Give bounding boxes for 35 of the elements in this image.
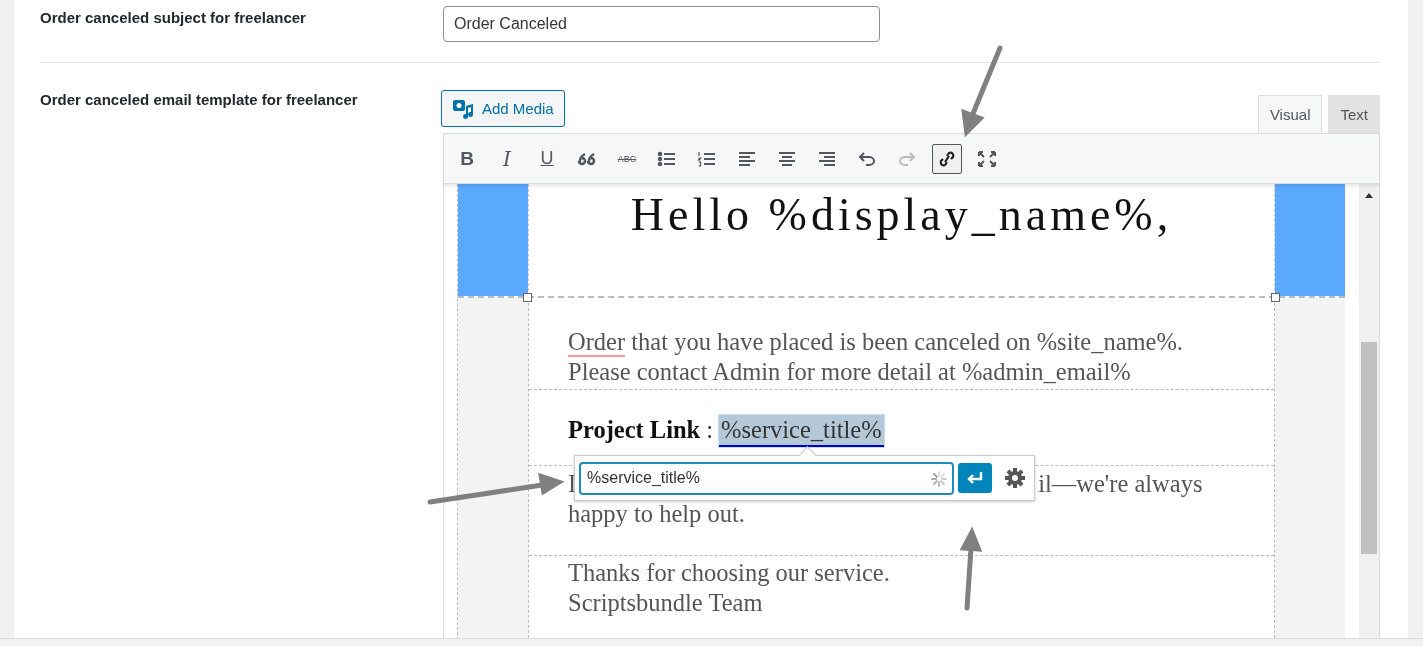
service-link[interactable]: %service_title%	[719, 415, 884, 447]
resize-handle[interactable]	[523, 293, 532, 302]
link-button[interactable]	[932, 143, 962, 174]
scrollbar[interactable]	[1359, 184, 1379, 638]
media-icon	[452, 98, 474, 119]
fullscreen-icon	[976, 148, 998, 169]
spinner-icon	[930, 469, 948, 488]
field-label: Order canceled subject for freelancer	[40, 8, 307, 26]
email-text: Please contact Admin for more detail at %admin_email%	[568, 357, 1131, 387]
underline-button[interactable]: U	[532, 143, 562, 174]
add-media-button[interactable]: Add Media	[441, 90, 565, 127]
bold-button[interactable]: B	[452, 143, 482, 174]
editor-area[interactable]	[443, 184, 1380, 638]
italic-button[interactable]: I	[492, 143, 522, 174]
email-text: I	[568, 469, 577, 499]
enter-icon	[966, 471, 984, 485]
field-label: Order canceled email template for freelancer	[40, 90, 359, 110]
email-text: Thanks for choosing our service.	[568, 558, 890, 588]
greeting-heading: Hello %display_name%,	[630, 188, 1173, 242]
scroll-up-icon[interactable]	[1365, 193, 1374, 198]
subject-field[interactable]: Order Canceled	[443, 6, 880, 42]
resize-handle[interactable]	[1271, 293, 1280, 302]
email-text: il—we're always	[1038, 469, 1203, 499]
scroll-thumb[interactable]	[1361, 342, 1378, 554]
settings-icon[interactable]	[1004, 467, 1026, 489]
email-text: Scriptsbundle Team	[568, 588, 763, 618]
editor-tab[interactable]: Text	[1328, 95, 1380, 133]
apply-button[interactable]	[958, 463, 992, 493]
separator-text: :	[706, 415, 714, 445]
email-text: happy to help out.	[568, 499, 745, 529]
strike-button[interactable]: ABC	[612, 143, 642, 174]
editor-tab[interactable]: Visual	[1257, 95, 1323, 133]
email-text: Order that you have placed is been canceled on %site_name%.	[568, 327, 1183, 357]
link-url-field[interactable]: %service_title%	[579, 461, 954, 495]
project-link-label: Project Link	[568, 415, 701, 445]
